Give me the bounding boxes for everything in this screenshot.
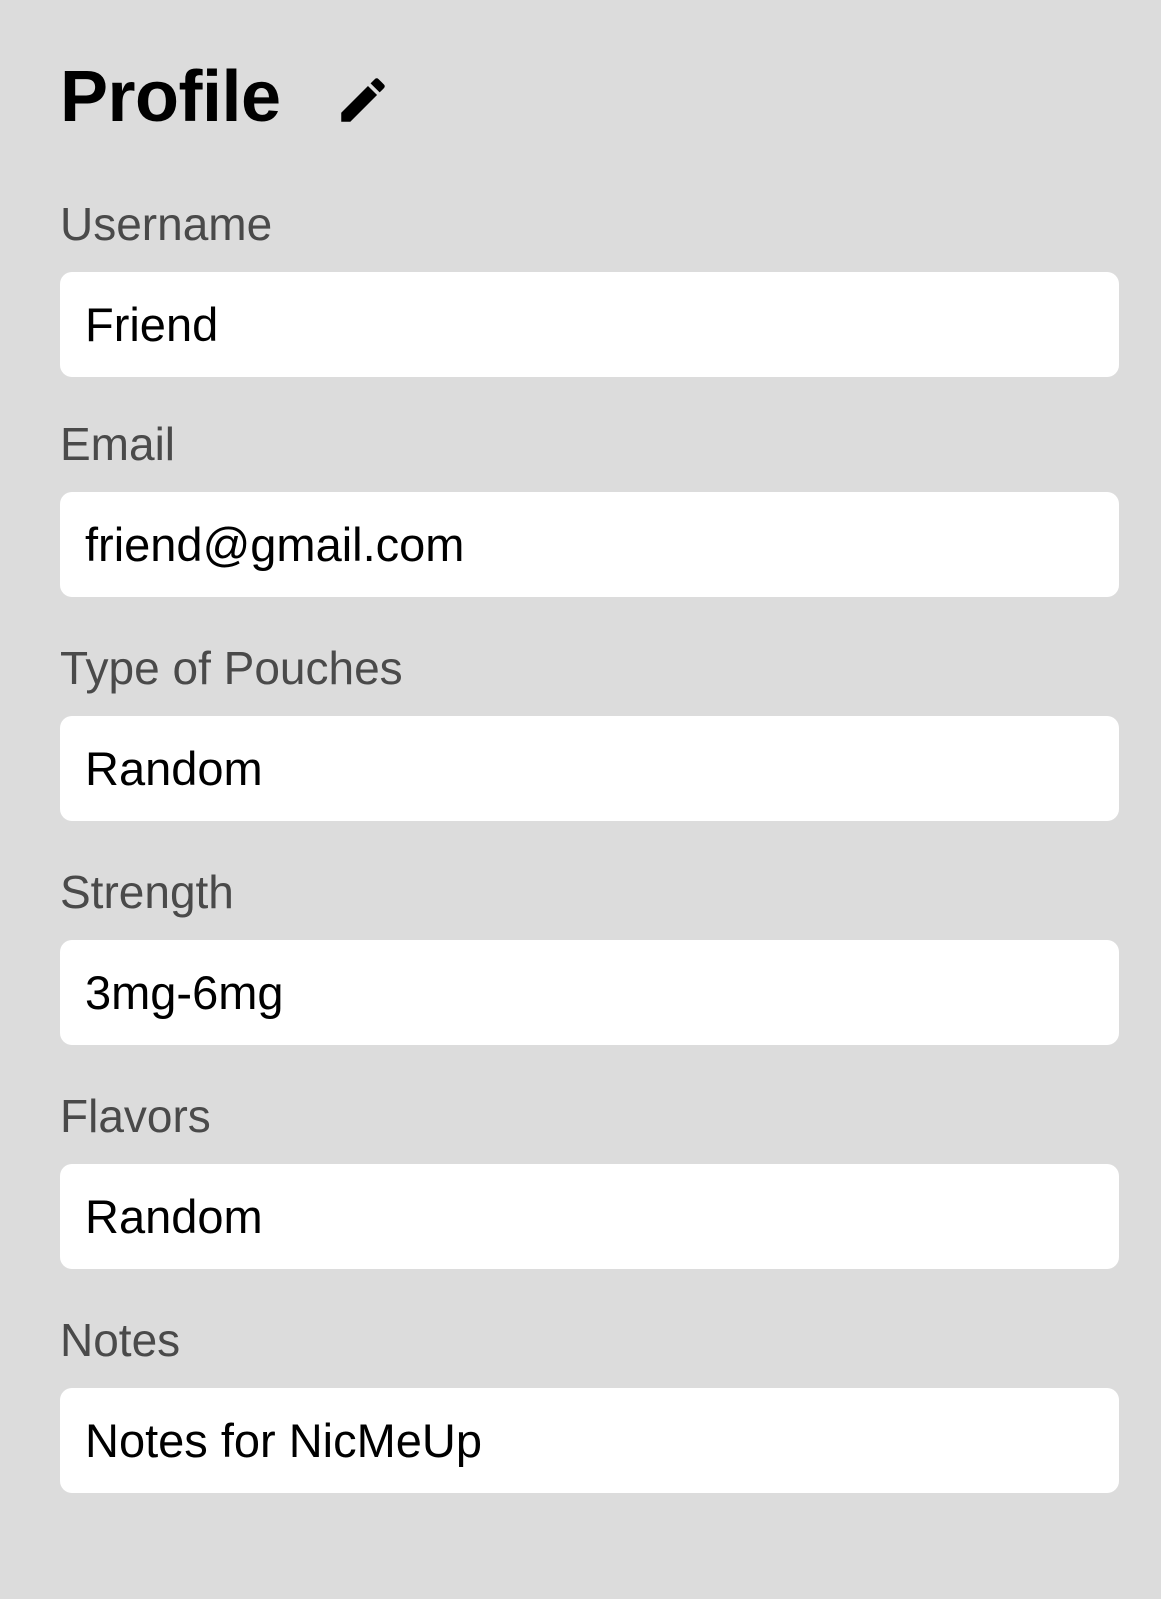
page-title: Profile <box>60 57 281 137</box>
flavors-input[interactable]: Random <box>60 1164 1119 1269</box>
profile-header: Profile <box>60 52 393 142</box>
strength-field-group: Strength 3mg-6mg <box>60 864 1119 1045</box>
flavors-label: Flavors <box>60 1090 211 1142</box>
email-input[interactable]: friend@gmail.com <box>60 492 1119 597</box>
notes-field-group: Notes Notes for NicMeUp <box>60 1312 1119 1493</box>
email-label: Email <box>60 418 176 470</box>
username-field-group: Username Friend <box>60 196 1119 377</box>
notes-input[interactable]: Notes for NicMeUp <box>60 1388 1119 1493</box>
pouch-type-input[interactable]: Random <box>60 716 1119 821</box>
edit-profile-button[interactable] <box>333 70 393 130</box>
pouch-type-label: Type of Pouches <box>60 642 403 694</box>
flavors-field-group: Flavors Random <box>60 1088 1119 1269</box>
username-label: Username <box>60 198 273 250</box>
notes-label: Notes <box>60 1314 181 1366</box>
pouch-type-field-group: Type of Pouches Random <box>60 640 1119 821</box>
strength-label: Strength <box>60 866 234 918</box>
strength-input[interactable]: 3mg-6mg <box>60 940 1119 1045</box>
pencil-icon <box>340 78 385 122</box>
username-input[interactable]: Friend <box>60 272 1119 377</box>
email-field-group: Email friend@gmail.com <box>60 416 1119 597</box>
